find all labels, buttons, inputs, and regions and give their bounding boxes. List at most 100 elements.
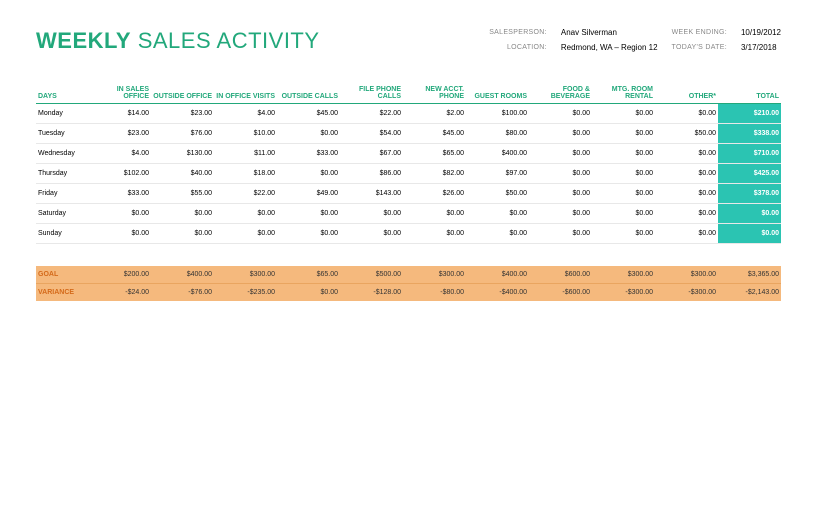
- variance-cell: -$400.00: [466, 283, 529, 301]
- table-row: Sunday$0.00$0.00$0.00$0.00$0.00$0.00$0.0…: [36, 224, 781, 244]
- weekending-value: 10/19/2012: [741, 28, 781, 37]
- data-cell: $4.00: [88, 144, 151, 164]
- title-bold: WEEKLY: [36, 28, 131, 53]
- data-cell: $33.00: [277, 144, 340, 164]
- data-cell: $86.00: [340, 164, 403, 184]
- variance-cell: -$235.00: [214, 283, 277, 301]
- data-cell: $210.00: [718, 104, 781, 124]
- goal-cell: $300.00: [592, 266, 655, 284]
- data-cell: $0.00: [88, 204, 151, 224]
- data-cell: $0.00: [592, 164, 655, 184]
- data-cell: $0.00: [277, 204, 340, 224]
- goal-cell: $200.00: [88, 266, 151, 284]
- data-cell: $0.00: [592, 224, 655, 244]
- variance-cell: -$128.00: [340, 283, 403, 301]
- data-cell: $0.00: [529, 144, 592, 164]
- data-cell: $45.00: [277, 104, 340, 124]
- data-cell: $0.00: [403, 204, 466, 224]
- salesperson-label: SALESPERSON:: [489, 29, 547, 36]
- data-cell: $2.00: [403, 104, 466, 124]
- data-cell: $40.00: [151, 164, 214, 184]
- data-cell: $49.00: [277, 184, 340, 204]
- data-cell: $100.00: [466, 104, 529, 124]
- day-cell: Sunday: [36, 224, 88, 244]
- data-cell: $0.00: [214, 224, 277, 244]
- table-row: Saturday$0.00$0.00$0.00$0.00$0.00$0.00$0…: [36, 204, 781, 224]
- col-header: FOOD & BEVERAGE: [529, 82, 592, 104]
- data-cell: $710.00: [718, 144, 781, 164]
- data-cell: $0.00: [529, 224, 592, 244]
- data-cell: $0.00: [592, 184, 655, 204]
- data-cell: $65.00: [403, 144, 466, 164]
- data-cell: $0.00: [466, 224, 529, 244]
- col-header: OUTSIDE OFFICE: [151, 82, 214, 104]
- variance-cell: -$600.00: [529, 283, 592, 301]
- data-cell: $0.00: [340, 224, 403, 244]
- data-cell: $97.00: [466, 164, 529, 184]
- data-cell: $4.00: [214, 104, 277, 124]
- data-cell: $0.00: [466, 204, 529, 224]
- variance-cell: -$24.00: [88, 283, 151, 301]
- goal-cell: $400.00: [151, 266, 214, 284]
- data-cell: $102.00: [88, 164, 151, 184]
- data-cell: $0.00: [655, 164, 718, 184]
- data-cell: $0.00: [655, 184, 718, 204]
- day-cell: Saturday: [36, 204, 88, 224]
- data-cell: $0.00: [529, 124, 592, 144]
- table-row: Monday$14.00$23.00$4.00$45.00$22.00$2.00…: [36, 104, 781, 124]
- data-cell: $0.00: [718, 204, 781, 224]
- data-cell: $50.00: [466, 184, 529, 204]
- data-cell: $10.00: [214, 124, 277, 144]
- data-cell: $14.00: [88, 104, 151, 124]
- data-cell: $0.00: [655, 224, 718, 244]
- table-row: Wednesday$4.00$130.00$11.00$33.00$67.00$…: [36, 144, 781, 164]
- data-cell: $76.00: [151, 124, 214, 144]
- data-cell: $0.00: [592, 124, 655, 144]
- variance-cell: $0.00: [277, 283, 340, 301]
- data-cell: $0.00: [529, 164, 592, 184]
- data-cell: $18.00: [214, 164, 277, 184]
- data-cell: $0.00: [592, 104, 655, 124]
- data-cell: $0.00: [655, 204, 718, 224]
- data-cell: $400.00: [466, 144, 529, 164]
- col-header: FILE PHONE CALLS: [340, 82, 403, 104]
- data-cell: $0.00: [529, 104, 592, 124]
- data-cell: $0.00: [655, 144, 718, 164]
- goal-row: GOAL$200.00$400.00$300.00$65.00$500.00$3…: [36, 266, 781, 284]
- data-cell: $22.00: [340, 104, 403, 124]
- data-cell: $0.00: [340, 204, 403, 224]
- today-label: TODAY'S DATE:: [672, 44, 727, 51]
- data-cell: $0.00: [592, 204, 655, 224]
- day-cell: Friday: [36, 184, 88, 204]
- salesperson-value: Anav Silverman: [561, 28, 658, 37]
- goal-cell: $65.00: [277, 266, 340, 284]
- data-cell: $0.00: [655, 104, 718, 124]
- day-cell: Wednesday: [36, 144, 88, 164]
- data-cell: $0.00: [403, 224, 466, 244]
- data-cell: $0.00: [151, 204, 214, 224]
- col-header: DAYS: [36, 82, 88, 104]
- variance-label: VARIANCE: [36, 283, 88, 301]
- variance-cell: -$80.00: [403, 283, 466, 301]
- variance-cell: -$76.00: [151, 283, 214, 301]
- meta-block: SALESPERSON: Anav Silverman WEEK ENDING:…: [489, 28, 781, 52]
- sales-table: DAYSIN SALES OFFICEOUTSIDE OFFICEIN OFFI…: [36, 82, 781, 301]
- day-cell: Monday: [36, 104, 88, 124]
- data-cell: $143.00: [340, 184, 403, 204]
- col-header: TOTAL: [718, 82, 781, 104]
- table-row: Thursday$102.00$40.00$18.00$0.00$86.00$8…: [36, 164, 781, 184]
- weekending-label: WEEK ENDING:: [672, 29, 727, 36]
- goal-cell: $300.00: [214, 266, 277, 284]
- goal-label: GOAL: [36, 266, 88, 284]
- location-value: Redmond, WA – Region 12: [561, 43, 658, 52]
- data-cell: $55.00: [151, 184, 214, 204]
- data-cell: $378.00: [718, 184, 781, 204]
- data-cell: $0.00: [214, 204, 277, 224]
- goal-cell: $3,365.00: [718, 266, 781, 284]
- data-cell: $50.00: [655, 124, 718, 144]
- goal-cell: $500.00: [340, 266, 403, 284]
- day-cell: Tuesday: [36, 124, 88, 144]
- variance-cell: -$2,143.00: [718, 283, 781, 301]
- data-cell: $54.00: [340, 124, 403, 144]
- data-cell: $0.00: [277, 124, 340, 144]
